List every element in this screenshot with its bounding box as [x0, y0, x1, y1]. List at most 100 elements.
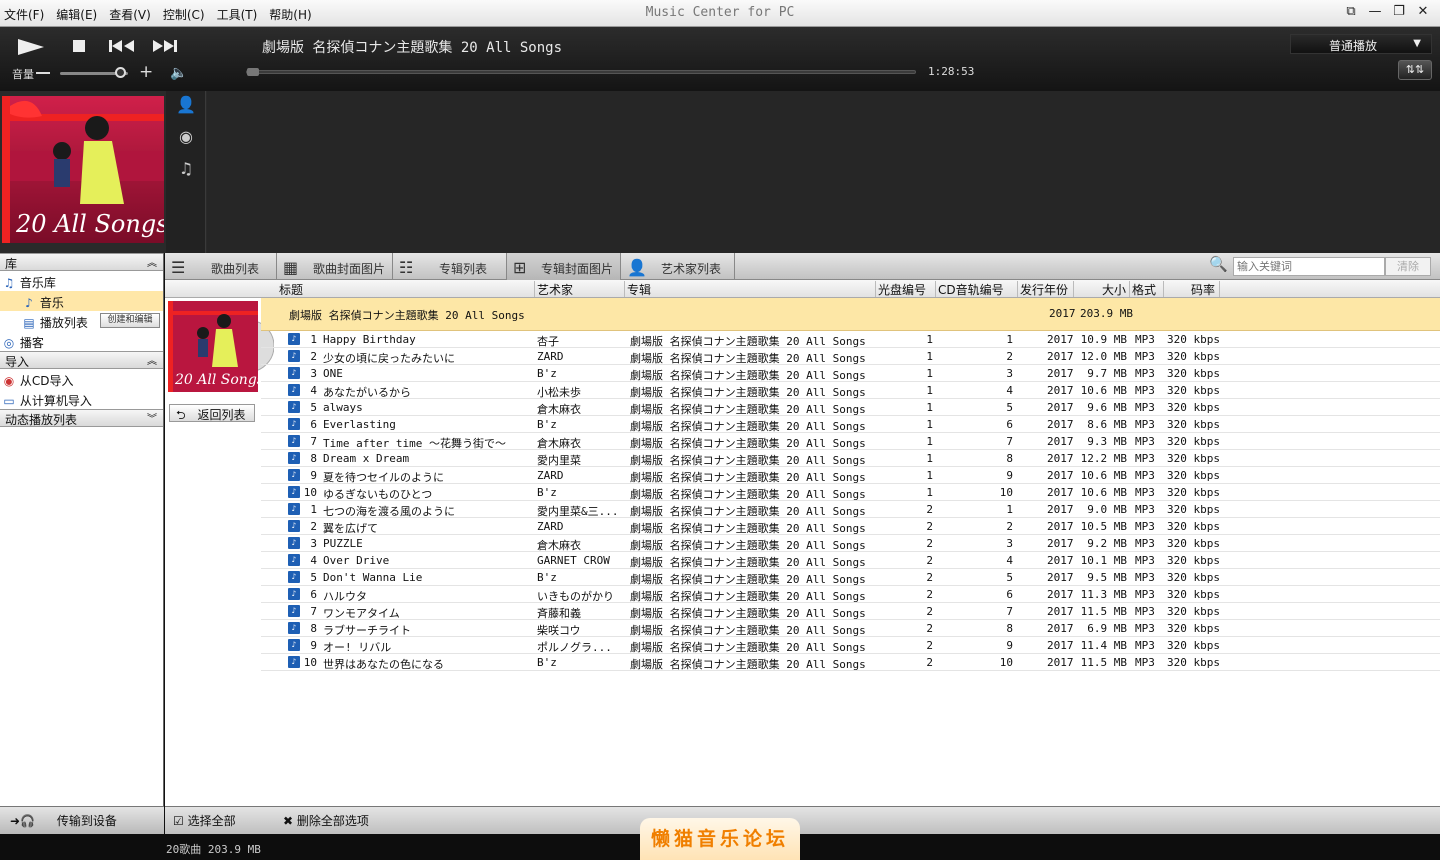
table-row[interactable]: ♪ 8 ラブサーチライト 柴咲コウ 劇場版 名探偵コナン主題歌集 20 All Song…	[261, 620, 1440, 637]
song-track: 8	[1006, 622, 1013, 635]
column-track[interactable]: CD音轨编号	[936, 281, 1018, 297]
column-bitrate[interactable]: 码率	[1164, 281, 1220, 297]
music-file-icon: ♪	[288, 656, 300, 668]
search-icon[interactable]: 🔍	[1209, 255, 1228, 273]
song-bitrate: 320 kbps	[1167, 554, 1220, 567]
artist-icon[interactable]: 👤	[176, 95, 196, 115]
table-row[interactable]: ♪ 1 Happy Birthday 杏子 劇場版 名探偵コナン主題歌集 20 All …	[261, 331, 1440, 348]
column-artist[interactable]: 艺术家	[535, 281, 625, 297]
table-row[interactable]: ♪ 5 always 倉木麻衣 劇場版 名探偵コナン主題歌集 20 All Songs 1…	[261, 399, 1440, 416]
column-title[interactable]: 标题	[277, 281, 535, 297]
menu-control[interactable]: 控制(C)	[163, 6, 205, 23]
album-header-row[interactable]: 劇場版 名探偵コナン主題歌集 20 All Songs 2017 203.9 M…	[261, 298, 1440, 331]
table-row[interactable]: ♪ 4 Over Drive GARNET CROW 劇場版 名探偵コナン主題歌集 20…	[261, 552, 1440, 569]
stop-icon[interactable]	[72, 39, 86, 53]
volume-down-icon[interactable]	[36, 72, 50, 74]
next-icon[interactable]	[151, 39, 179, 53]
sidebar-item-import-cd[interactable]: ◉ 从CD导入	[0, 369, 163, 389]
menu-file[interactable]: 文件(F)	[4, 6, 44, 23]
menu-tools[interactable]: 工具(T)	[217, 6, 258, 23]
sidebar-item-podcast[interactable]: ◎ 播客	[0, 331, 163, 351]
menu-edit[interactable]: 编辑(E)	[56, 6, 97, 23]
table-row[interactable]: ♪ 3 PUZZLE 倉木麻衣 劇場版 名探偵コナン主題歌集 20 All Songs 2…	[261, 535, 1440, 552]
play-icon[interactable]	[16, 37, 46, 57]
artist-list-icon: 👤	[627, 258, 647, 277]
song-track: 9	[1006, 469, 1013, 482]
sidebar-item-music[interactable]: ♪ 音乐	[0, 291, 163, 311]
table-row[interactable]: ♪ 4 あなたがいるから 小松未歩 劇場版 名探偵コナン主題歌集 20 All Song…	[261, 382, 1440, 399]
song-track: 3	[1006, 537, 1013, 550]
tab-album-list[interactable]: ☷ 专辑列表	[393, 253, 507, 280]
chevron-up-icon[interactable]: ︽	[147, 352, 157, 367]
search-input[interactable]	[1233, 257, 1385, 276]
sidebar: 库 ︽ ♫ 音乐库 ♪ 音乐 ▤ 播放列表 创建和编辑 ◎ 播客 导入 ︽ ◉ …	[0, 253, 164, 806]
sidebar-item-label: 音乐	[39, 296, 64, 310]
column-year[interactable]: 发行年份	[1018, 281, 1074, 297]
tab-artist-list[interactable]: 👤 艺术家列表	[621, 253, 735, 280]
song-artist: GARNET CROW	[537, 554, 610, 567]
maximize-icon[interactable]: ❐	[1390, 4, 1408, 19]
song-disc: 2	[926, 503, 933, 516]
tab-song-covers[interactable]: ▦ 歌曲封面图片	[277, 253, 393, 280]
sidebar-item-import-pc[interactable]: ▭ 从计算机导入	[0, 389, 163, 409]
sidebar-item-label: 播放列表	[39, 316, 88, 330]
create-edit-button[interactable]: 创建和编辑	[100, 313, 160, 328]
volume-up-icon[interactable]: +	[139, 64, 153, 81]
mini-mode-icon[interactable]: ⧉	[1342, 4, 1360, 19]
table-row[interactable]: ♪ 5 Don't Wanna Lie B'z 劇場版 名探偵コナン主題歌集 20 Al…	[261, 569, 1440, 586]
play-mode-select[interactable]: 普通播放 ▼	[1290, 34, 1432, 54]
transfer-bar: ➜🎧 传输到设备	[0, 806, 164, 834]
minimize-icon[interactable]: —	[1366, 4, 1384, 19]
library-header[interactable]: 库 ︽	[0, 253, 163, 271]
song-disc: 1	[926, 418, 933, 431]
close-icon[interactable]: ✕	[1414, 4, 1432, 19]
table-row[interactable]: ♪ 6 ハルウタ いきものがかり 劇場版 名探偵コナン主題歌集 20 All Songs…	[261, 586, 1440, 603]
chevron-up-icon[interactable]: ︽	[147, 254, 157, 269]
sidebar-item-playlists[interactable]: ▤ 播放列表 创建和编辑	[0, 311, 163, 331]
status-text: 20歌曲 203.9 MB	[166, 843, 261, 856]
seek-bar[interactable]	[246, 70, 916, 74]
table-row[interactable]: ♪ 7 ワンモアタイム 斉藤和義 劇場版 名探偵コナン主題歌集 20 All Songs…	[261, 603, 1440, 620]
music-notes-icon[interactable]: ♫	[176, 159, 196, 179]
table-row[interactable]: ♪ 6 Everlasting B'z 劇場版 名探偵コナン主題歌集 20 All So…	[261, 416, 1440, 433]
table-row[interactable]: ♪ 2 翼を広げて ZARD 劇場版 名探偵コナン主題歌集 20 All Songs 2 2…	[261, 518, 1440, 535]
table-row[interactable]: ♪ 9 オー! リバル ポルノグラ... 劇場版 名探偵コナン主題歌集 20 All S…	[261, 637, 1440, 654]
tab-song-list[interactable]: ☰ 歌曲列表	[165, 253, 277, 280]
album-cover[interactable]: 20 All Songs	[168, 301, 275, 392]
seek-knob[interactable]	[247, 68, 259, 76]
table-row[interactable]: ♪ 3 ONE B'z 劇場版 名探偵コナン主題歌集 20 All Songs 1 3 201…	[261, 365, 1440, 382]
dynamic-playlist-header[interactable]: 动态播放列表 ︾	[0, 409, 163, 427]
select-all-button[interactable]: ☑ 选择全部	[173, 812, 236, 829]
disc-icon[interactable]: ◉	[176, 127, 196, 147]
import-header[interactable]: 导入 ︽	[0, 351, 163, 369]
menu-view[interactable]: 查看(V)	[109, 6, 151, 23]
table-row[interactable]: ♪ 1 七つの海を渡る風のように 愛内里菜&三... 劇場版 名探偵コナン主題歌集 20…	[261, 501, 1440, 518]
selection-bar: ☑ 选择全部 ✖ 删除全部选项	[165, 806, 1440, 834]
clear-search-button[interactable]: 清除	[1385, 257, 1431, 276]
chevron-down-icon[interactable]: ︾	[147, 410, 157, 425]
transfer-button[interactable]: ➜🎧 传输到设备	[10, 812, 117, 829]
table-row[interactable]: ♪ 9 夏を待つセイルのように ZARD 劇場版 名探偵コナン主題歌集 20 All S…	[261, 467, 1440, 484]
table-row[interactable]: ♪ 10 ゆるぎないものひとつ B'z 劇場版 名探偵コナン主題歌集 20 All So…	[261, 484, 1440, 501]
song-disc: 2	[926, 639, 933, 652]
table-row[interactable]: ♪ 8 Dream x Dream 愛内里菜 劇場版 名探偵コナン主題歌集 20 All…	[261, 450, 1440, 467]
menu-help[interactable]: 帮助(H)	[269, 6, 311, 23]
previous-icon[interactable]	[108, 39, 136, 53]
back-to-list-button[interactable]: ⮌ 返回列表	[169, 404, 255, 422]
song-bitrate: 320 kbps	[1167, 639, 1220, 652]
track-number: 8	[310, 622, 317, 635]
table-row[interactable]: ♪ 10 世界はあなたの色になる B'z 劇場版 名探偵コナン主題歌集 20 All S…	[261, 654, 1440, 671]
tab-album-covers[interactable]: ⊞ 专辑封面图片	[507, 253, 621, 280]
table-row[interactable]: ♪ 2 少女の頃に戻ったみたいに ZARD 劇場版 名探偵コナン主題歌集 20 All …	[261, 348, 1440, 365]
column-disc[interactable]: 光盘编号	[876, 281, 936, 297]
column-album[interactable]: 专辑	[625, 281, 876, 297]
sidebar-item-music-library[interactable]: ♫ 音乐库	[0, 271, 163, 291]
column-format[interactable]: 格式	[1130, 281, 1164, 297]
volume-knob[interactable]	[115, 67, 127, 78]
dynamic-playlist-label: 动态播放列表	[5, 413, 78, 427]
delete-all-button[interactable]: ✖ 删除全部选项	[283, 812, 369, 829]
table-row[interactable]: ♪ 7 Time after time ～花舞う街で～ 倉木麻衣 劇場版 名探偵コナン主…	[261, 433, 1440, 450]
column-size[interactable]: 大小	[1074, 281, 1130, 297]
speaker-icon[interactable]: 🔈	[170, 65, 187, 81]
equalizer-button[interactable]: ⇅⇅	[1398, 60, 1432, 80]
